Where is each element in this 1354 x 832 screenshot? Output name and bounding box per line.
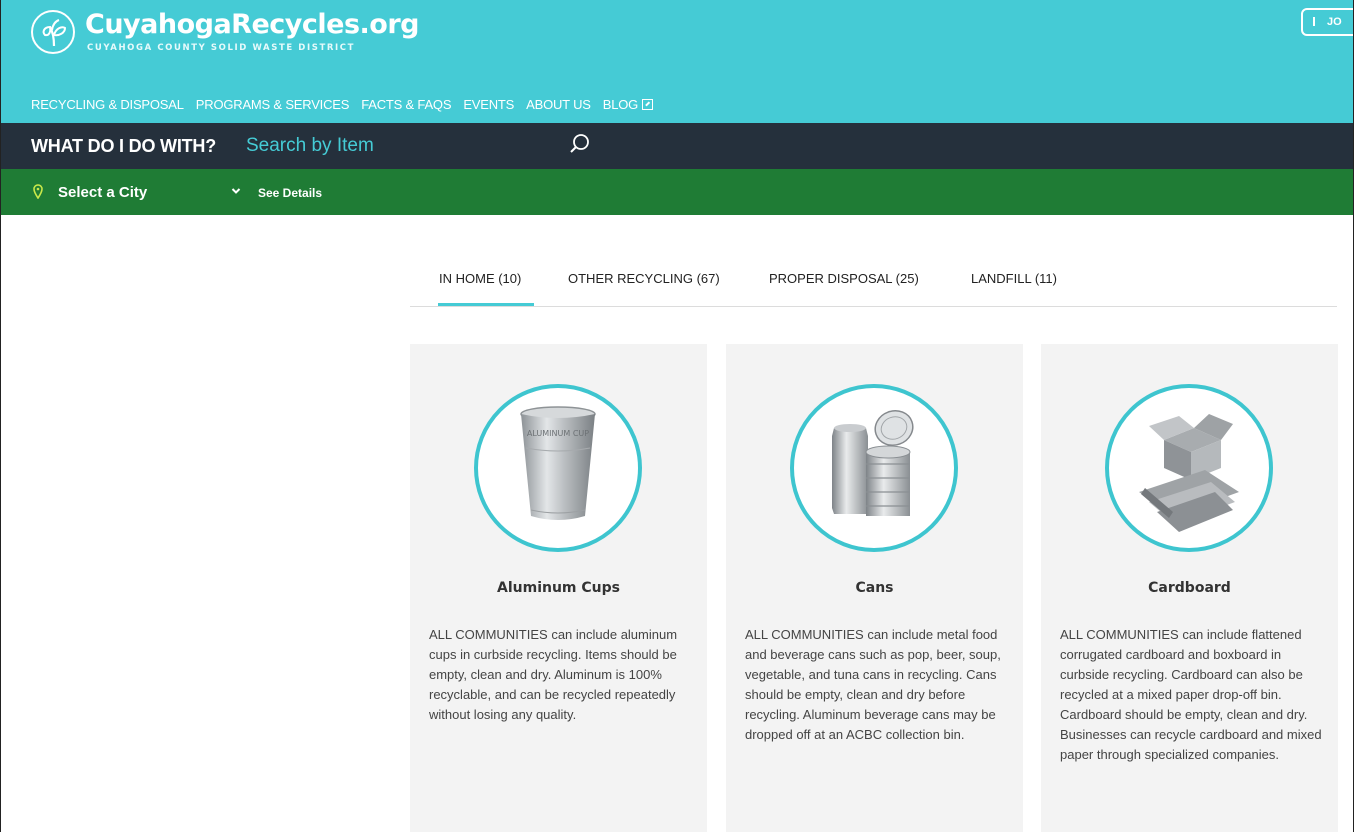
search-icon[interactable] [569,133,591,155]
cardboard-image [1105,384,1273,552]
tab-landfill[interactable]: LANDFILL (11) [971,271,1057,286]
item-card-cans[interactable]: Cans ALL COMMUNITIES can include metal f… [726,344,1023,832]
chevron-down-icon[interactable] [231,187,241,195]
search-heading: WHAT DO I DO WITH? [31,136,217,156]
nav-blog-label: BLOG [602,97,639,112]
nav-recycling-disposal[interactable]: RECYCLING & DISPOSAL [31,97,184,112]
card-description: ALL COMMUNITIES can include metal food a… [745,627,1001,742]
cup-label-text: ALUMINUM CUP [527,429,589,438]
main-nav: RECYCLING & DISPOSAL PROGRAMS & SERVICES… [31,97,665,112]
card-description: ALL COMMUNITIES can include flattened co… [1060,627,1322,762]
logo-icon[interactable] [31,10,75,54]
external-link-icon [642,99,654,110]
search-bar: WHAT DO I DO WITH? [1,123,1353,169]
location-pin-icon [33,184,43,199]
city-bar: Select a City See Details [1,169,1353,215]
nav-blog[interactable]: BLOG [602,97,654,112]
site-subtitle: CUYAHOGA COUNTY SOLID WASTE DISTRICT [87,43,355,53]
nav-facts-faqs[interactable]: FACTS & FAQS [361,97,451,112]
cans-image [790,384,958,552]
flag-icon [1313,17,1322,26]
see-details-link[interactable]: See Details [258,186,322,200]
join-button[interactable]: JO [1301,8,1353,36]
aluminum-cup-image: ALUMINUM CUP [474,384,642,552]
tab-in-home[interactable]: IN HOME (10) [439,271,521,286]
site-name[interactable]: CuyahogaRecycles.org [85,9,419,40]
card-title[interactable]: Cardboard [1041,580,1338,596]
item-card-aluminum-cups[interactable]: ALUMINUM CUP Aluminum Cups ALL COMMUNITI… [410,344,707,832]
nav-programs-services[interactable]: PROGRAMS & SERVICES [196,97,350,112]
category-tabs: IN HOME (10) OTHER RECYCLING (67) PROPER… [410,259,1337,307]
tab-other-recycling[interactable]: OTHER RECYCLING (67) [568,271,720,286]
nav-about-us[interactable]: ABOUT US [526,97,591,112]
page: CuyahogaRecycles.org CUYAHOGA COUNTY SOL… [0,0,1354,832]
city-select[interactable]: Select a City [58,184,147,201]
item-card-cardboard[interactable]: Cardboard ALL COMMUNITIES can include fl… [1041,344,1338,832]
tab-proper-disposal[interactable]: PROPER DISPOSAL (25) [769,271,919,286]
join-button-label: JO [1327,16,1342,28]
active-tab-indicator [438,303,534,306]
nav-events[interactable]: EVENTS [463,97,514,112]
site-header: CuyahogaRecycles.org CUYAHOGA COUNTY SOL… [1,0,1353,123]
card-description: ALL COMMUNITIES can include aluminum cup… [429,627,678,722]
card-title[interactable]: Aluminum Cups [410,580,707,596]
search-input[interactable] [246,131,596,161]
card-title[interactable]: Cans [726,580,1023,596]
